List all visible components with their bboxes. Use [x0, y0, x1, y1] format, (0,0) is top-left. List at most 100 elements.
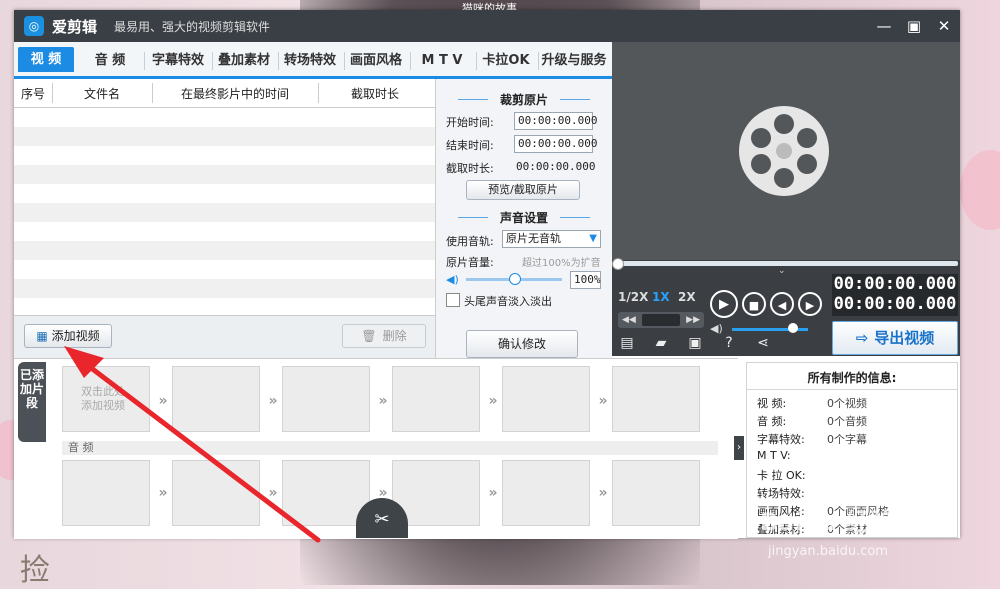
tab-audio[interactable]: 音 频: [82, 50, 138, 72]
column-index: 序号: [20, 87, 45, 101]
preview-trim-button[interactable]: 预览/截取原片: [466, 180, 580, 200]
chevron-right-icon: »: [158, 393, 168, 409]
tab-karaoke[interactable]: 卡拉OK: [476, 50, 536, 72]
fast-forward-icon: ▶▶: [686, 315, 700, 325]
collapse-info-button[interactable]: ›: [734, 436, 744, 460]
video-slot[interactable]: [612, 366, 700, 432]
export-video-button[interactable]: ⇨ 导出视频: [832, 321, 958, 355]
delete-button[interactable]: 🗑 删除: [342, 324, 426, 348]
speed-half[interactable]: 1/2X: [618, 290, 648, 304]
share-icon[interactable]: ⋖: [754, 334, 772, 352]
info-label-video: 视 频:: [757, 397, 787, 410]
add-video-button[interactable]: ▦ 添加视频: [24, 324, 112, 348]
play-button[interactable]: ▶: [710, 290, 738, 318]
total-time: 00:00:00.000: [833, 294, 957, 314]
audio-slot[interactable]: [172, 460, 260, 526]
info-label-subtitles: 字幕特效:: [757, 433, 805, 446]
info-label-mtv: M T V:: [757, 449, 791, 462]
chevron-right-icon: »: [268, 485, 278, 501]
file-panel-footer: ▦ 添加视频 🗑 删除: [14, 315, 435, 360]
speed-double[interactable]: 2X: [678, 290, 696, 304]
playback-progress-bar[interactable]: [612, 258, 958, 270]
file-list-panel: 序号 文件名 在最终影片中的时间 截取时长 ▦ 添加视频 🗑 删除: [14, 79, 436, 360]
table-row: [14, 222, 435, 241]
next-frame-button[interactable]: ▶: [798, 292, 822, 316]
tab-overlay-materials[interactable]: 叠加素材: [212, 50, 276, 72]
previous-frame-button[interactable]: ◀: [770, 292, 794, 316]
video-slot-hint: 双击此处添加视频: [81, 385, 125, 412]
help-icon[interactable]: ?: [720, 334, 738, 352]
stop-button[interactable]: ■: [742, 292, 766, 316]
chevron-down-icon[interactable]: ⌄: [778, 266, 786, 276]
video-preview[interactable]: [612, 42, 960, 260]
film-reel-icon: [739, 106, 829, 196]
current-time: 00:00:00.000: [833, 274, 957, 294]
jog-shuttle[interactable]: ◀◀ ▶▶: [618, 312, 704, 328]
tab-mtv[interactable]: M T V: [410, 50, 474, 72]
rewind-icon: ◀◀: [622, 315, 636, 325]
video-slot[interactable]: [502, 366, 590, 432]
new-project-icon[interactable]: ▤: [618, 334, 636, 352]
start-time-input[interactable]: 00:00:00.000: [514, 112, 597, 130]
table-row: [14, 165, 435, 184]
background-text: 捡: [20, 553, 50, 588]
fade-checkbox[interactable]: [446, 293, 460, 307]
audio-track-value: 原片无音轨: [506, 232, 561, 245]
end-time-input[interactable]: 00:00:00.000: [514, 135, 597, 153]
blossom-decoration: [960, 150, 1000, 230]
added-clips-tab[interactable]: 已添加片段: [18, 362, 46, 442]
video-slot[interactable]: [392, 366, 480, 432]
audio-slot[interactable]: [62, 460, 150, 526]
shuttle-knob: [642, 314, 680, 326]
audio-slot[interactable]: [502, 460, 590, 526]
chevron-right-icon: »: [598, 485, 608, 501]
duration-label: 截取时长:: [446, 162, 494, 175]
video-slot[interactable]: [172, 366, 260, 432]
tab-transition-effects[interactable]: 转场特效: [278, 50, 342, 72]
export-label: 导出视频: [874, 329, 935, 347]
tab-separator: [144, 52, 145, 70]
tab-picture-style[interactable]: 画面风格: [344, 50, 408, 72]
delete-label: 删除: [382, 329, 407, 343]
trash-icon: 🗑: [361, 329, 377, 343]
file-table-header: 序号 文件名 在最终影片中的时间 截取时长: [14, 79, 435, 108]
volume-slider-handle[interactable]: [509, 273, 521, 285]
chevron-right-icon: »: [158, 485, 168, 501]
open-folder-icon[interactable]: ▰: [652, 334, 670, 352]
speaker-icon: ◀): [446, 273, 459, 286]
confirm-changes-button[interactable]: 确认修改: [466, 330, 578, 358]
app-window: ◎ 爱剪辑 最易用、强大的视频剪辑软件 — ▣ ✕ 视 频 音 频 字幕特效 叠…: [14, 10, 960, 539]
tab-upgrade-service[interactable]: 升级与服务: [538, 50, 610, 72]
info-title: 所有制作的信息:: [807, 371, 897, 385]
info-value-subtitles: 0个字幕: [827, 433, 867, 446]
info-value-video: 0个视频: [827, 397, 867, 410]
info-value-audio: 0个音频: [827, 415, 867, 428]
audio-track-select[interactable]: 原片无音轨 ▼: [502, 230, 601, 248]
audio-slot[interactable]: [612, 460, 700, 526]
volume-value-input[interactable]: 100%: [570, 271, 601, 289]
info-label-karaoke: 卡 拉 OK:: [757, 469, 806, 482]
chevron-right-icon: »: [378, 393, 388, 409]
timecode-display: 00:00:00.000 00:00:00.000: [832, 274, 958, 316]
chevron-right-icon: »: [488, 485, 498, 501]
tab-subtitle-effects[interactable]: 字幕特效: [146, 50, 210, 72]
info-label-transitions: 转场特效:: [757, 487, 805, 500]
watermark-url: jingyan.baidu.com: [768, 544, 888, 559]
video-slot[interactable]: 双击此处添加视频: [62, 366, 150, 432]
speed-normal[interactable]: 1X: [652, 290, 670, 304]
chevron-right-icon: »: [598, 393, 608, 409]
app-logo-icon: ◎: [24, 16, 44, 36]
table-row: [14, 184, 435, 203]
info-label-audio: 音 频:: [757, 415, 787, 428]
video-slot[interactable]: [282, 366, 370, 432]
table-row: [14, 203, 435, 222]
tab-video[interactable]: 视 频: [18, 47, 74, 72]
close-button[interactable]: ✕: [932, 14, 956, 38]
start-time-label: 开始时间:: [446, 116, 494, 129]
progress-handle[interactable]: [612, 258, 624, 270]
player-volume-handle[interactable]: [787, 323, 798, 333]
watermark: Baidu 经验: [760, 508, 894, 536]
minimize-button[interactable]: —: [872, 14, 896, 38]
save-icon[interactable]: ▣: [686, 334, 704, 352]
maximize-button[interactable]: ▣: [902, 14, 926, 38]
